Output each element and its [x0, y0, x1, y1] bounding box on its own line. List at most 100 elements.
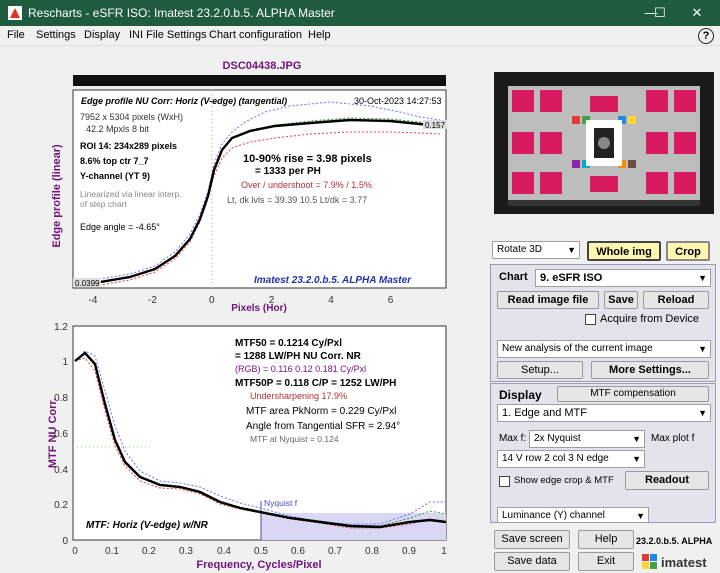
readout-button[interactable]: Readout — [625, 471, 709, 490]
edge-x-label: Pixels (Hor) — [231, 303, 287, 314]
mtf-xtick: 0.4 — [217, 546, 231, 557]
chevron-down-icon: ▼ — [636, 511, 645, 521]
edge-xtick: 0 — [209, 295, 215, 306]
mtf-ytick: 0 — [62, 536, 68, 547]
overshoot-text: Over / undershoot = 7.9% / 1.5% — [241, 180, 372, 190]
rgb-mtf-text: (RGB) = 0.116 0.12 0.181 Cy/Pxl — [235, 364, 366, 374]
menu-settings[interactable]: Settings — [36, 29, 76, 41]
mtf-xtick: 0.1 — [105, 546, 119, 557]
title-bar: Rescharts - eSFR ISO: Imatest 23.2.0.b.5… — [0, 0, 720, 26]
roi-position-text: 8.6% top ctr 7_7 — [80, 156, 149, 166]
menu-display[interactable]: Display — [84, 29, 120, 41]
edge-date: 30-Oct-2023 14:27:53 — [354, 96, 442, 106]
display-group: Display MTF compensation 1. Edge and MTF… — [490, 383, 716, 523]
max-f-select-value: 2x Nyquist — [534, 433, 581, 444]
mtf-ytick: 1.2 — [54, 322, 68, 333]
show-edge-crop-label: Show edge crop & MTF — [514, 475, 614, 486]
edge-high-value: 0.157 — [425, 121, 446, 130]
linearized-text: Linearized via linear interp. — [80, 189, 182, 199]
menu-file[interactable]: File — [7, 29, 25, 41]
lwph-text: = 1288 LW/PH NU Corr. NR — [235, 351, 362, 362]
version-label: 23.2.0.b.5. ALPHA — [636, 536, 713, 546]
edge-heading: Edge profile NU Corr: Horiz (V-edge) (ta… — [81, 96, 287, 106]
save-button[interactable]: Save — [604, 291, 638, 309]
menu-bar: File Settings Display INI File Settings … — [0, 26, 720, 46]
max-f-label: Max f: — [499, 433, 527, 444]
megapixels-text: 42.2 Mpxls 8 bit — [86, 124, 150, 134]
menu-help[interactable]: Help — [308, 29, 331, 41]
more-settings-button[interactable]: More Settings... — [591, 361, 709, 379]
save-screen-button[interactable]: Save screen — [494, 530, 570, 549]
menu-chart-configuration[interactable]: Chart configuration — [209, 29, 302, 41]
help-button[interactable]: Help — [578, 530, 634, 549]
acquire-label: Acquire from Device — [600, 313, 700, 325]
sfr-angle-text: Angle from Tangential SFR = 2.94° — [246, 421, 400, 432]
roi-select-value: 14 V row 2 col 3 N edge — [502, 453, 609, 464]
analysis-select-value: New analysis of the current image — [502, 343, 653, 354]
nyquist-label: Nyquist f — [264, 498, 298, 508]
edge-xtick: 6 — [388, 295, 394, 306]
edge-xtick: -4 — [89, 295, 98, 306]
rotate-select[interactable]: Rotate 3D ▼ — [492, 241, 580, 259]
display-select[interactable]: 1. Edge and MTF ▼ — [497, 404, 711, 422]
chevron-down-icon: ▼ — [632, 454, 641, 464]
chart-select-value: 9. eSFR ISO — [540, 272, 603, 284]
chart-label: Chart — [499, 271, 528, 283]
mtf-y-label: MTF NU Corr. — [47, 398, 59, 468]
mtf-xtick: 0 — [72, 546, 78, 557]
mtf-caption: MTF: Horiz (V-edge) w/NR — [86, 520, 209, 531]
mtf-nyquist-text: MTF at Nyquist = 0.124 — [250, 434, 339, 444]
crop-button[interactable]: Crop — [666, 241, 710, 261]
roi-select[interactable]: 14 V row 2 col 3 N edge ▼ — [497, 450, 645, 468]
max-f-select[interactable]: 2x Nyquist ▼ — [529, 430, 645, 448]
chevron-down-icon: ▼ — [567, 245, 576, 255]
imatest-brand-text: Imatest 23.2.0.b.5. ALPHA Master — [254, 275, 412, 286]
whole-img-button[interactable]: Whole img — [587, 241, 661, 261]
mtf-xtick: 0.7 — [328, 546, 342, 557]
display-select-value: 1. Edge and MTF — [502, 407, 587, 419]
image-size-text: 7952 x 5304 pixels (WxH) — [80, 112, 183, 122]
reload-button[interactable]: Reload — [643, 291, 709, 309]
chart-select[interactable]: 9. eSFR ISO ▼ — [535, 269, 711, 287]
chevron-down-icon: ▼ — [698, 273, 707, 283]
mtf-xtick: 0.9 — [402, 546, 416, 557]
levels-text: Lt, dk lvls = 39.39 10.5 Lt/dk = 3.77 — [227, 195, 367, 205]
mtf-x-label: Frequency, Cycles/Pixel — [196, 559, 321, 571]
setup-button[interactable]: Setup... — [497, 361, 583, 379]
mtf-area-text: MTF area PkNorm = 0.229 Cy/Pxl — [246, 406, 396, 417]
channel-select-value: Luminance (Y) channel — [502, 510, 605, 521]
mtf-compensation-button[interactable]: MTF compensation — [557, 386, 709, 402]
chevron-down-icon: ▼ — [698, 408, 707, 418]
rise-per-ph-text: = 1333 per PH — [255, 166, 321, 177]
edge-strip — [73, 75, 446, 86]
analysis-select[interactable]: New analysis of the current image ▼ — [497, 340, 711, 358]
show-edge-crop-checkbox[interactable] — [499, 476, 510, 487]
menu-ini-file-settings[interactable]: INI File Settings — [129, 29, 207, 41]
chevron-down-icon: ▼ — [632, 434, 641, 444]
read-image-file-button[interactable]: Read image file — [497, 291, 599, 309]
mtf-xtick: 0.6 — [291, 546, 305, 557]
channel-text: Y-channel (YT 9) — [80, 171, 150, 181]
close-button[interactable]: ✕ — [674, 0, 720, 26]
image-filename: DSC04438.JPG — [223, 60, 302, 72]
exit-button[interactable]: Exit — [578, 552, 634, 571]
help-icon[interactable]: ? — [698, 28, 714, 44]
edge-xtick: -2 — [148, 295, 157, 306]
mtf-ytick: 1 — [62, 357, 68, 368]
imatest-logo: imatest — [642, 554, 707, 570]
mtf-xtick: 0.8 — [365, 546, 379, 557]
channel-select[interactable]: Luminance (Y) channel ▼ — [497, 507, 649, 523]
save-data-button[interactable]: Save data — [494, 552, 570, 571]
mtf-plot: Nyquist f 0 0.2 0.4 0.6 0.8 1 1.2 0 0.1 … — [47, 322, 447, 571]
mtf-x-ticks: 0 0.1 0.2 0.3 0.4 0.5 0.6 0.7 0.8 0.9 1 — [72, 546, 447, 557]
edge-profile-plot: DSC04438.JPG -4 -2 0 2 4 6 Pixels (Hor) … — [51, 60, 447, 314]
mtf-xtick: 1 — [441, 546, 447, 557]
chart-thumbnail[interactable] — [494, 72, 714, 214]
linearized-text-2: of step chart — [80, 199, 127, 209]
acquire-checkbox[interactable] — [585, 314, 596, 325]
rise-text: 10-90% rise = 3.98 pixels — [243, 153, 372, 165]
app-icon — [8, 6, 22, 20]
edge-low-value: 0.0399 — [75, 279, 100, 288]
edge-y-label: Edge profile (linear) — [51, 144, 63, 248]
display-label: Display — [499, 388, 542, 402]
